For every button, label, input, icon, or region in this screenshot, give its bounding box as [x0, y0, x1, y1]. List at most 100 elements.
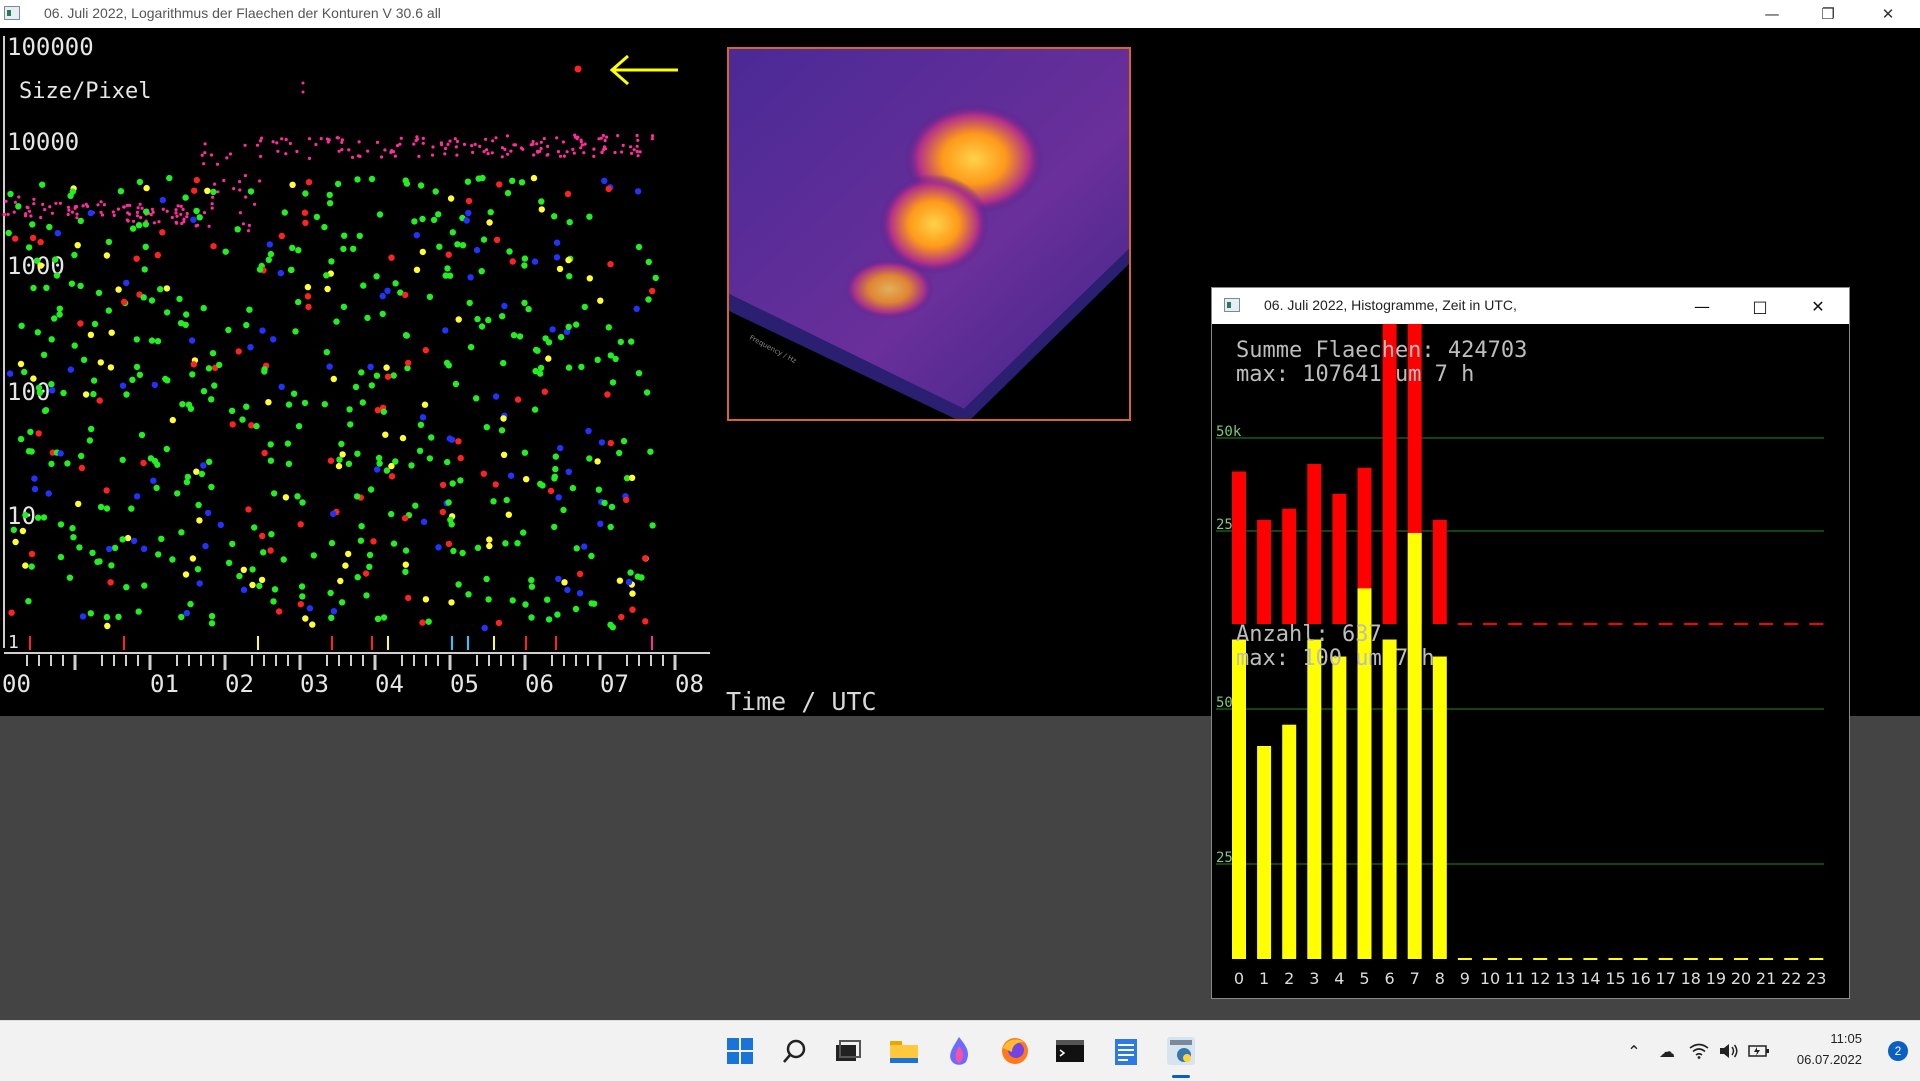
scatter-point: [40, 514, 48, 521]
scatter-point: [373, 466, 381, 473]
scatter-point: [123, 391, 130, 398]
hour-label: 4: [1334, 969, 1344, 988]
start-button[interactable]: [722, 1033, 758, 1069]
scatter-point: [17, 360, 25, 368]
scatter-point: [506, 248, 513, 255]
scatter-point: [564, 190, 572, 198]
scatter-point: [561, 579, 568, 586]
scatter-point: [52, 256, 59, 263]
scatter-point: [545, 153, 549, 157]
scatter-point: [203, 151, 207, 155]
scatter-point: [31, 485, 39, 493]
histogram-close-button[interactable]: ✕: [1789, 288, 1847, 324]
scatter-point: [284, 152, 288, 156]
scatter-point: [485, 148, 489, 152]
scatter-point: [380, 614, 388, 621]
file-explorer-icon[interactable]: [886, 1033, 922, 1069]
histogram-maximize-button[interactable]: □: [1731, 288, 1789, 324]
scatter-point: [319, 137, 323, 141]
x-tick-label: 01: [150, 670, 179, 698]
scatter-point: [69, 525, 76, 532]
scatter-point: [225, 156, 229, 160]
scatter-point: [142, 243, 149, 250]
scatter-point: [48, 205, 52, 209]
scatter-point: [484, 137, 488, 141]
notepad-icon[interactable]: [1108, 1033, 1144, 1069]
scatter-point: [329, 510, 337, 518]
chevron-up-icon[interactable]: ⌃: [1620, 1021, 1648, 1081]
scatter-point: [200, 153, 204, 157]
scatter-point: [645, 258, 652, 266]
scatter-point: [259, 154, 263, 158]
scatter-point: [204, 187, 211, 194]
scatter-point: [642, 618, 649, 625]
scatter-point: [87, 610, 95, 617]
scatter-point: [617, 338, 624, 346]
scatter-point: [210, 206, 214, 210]
scatter-point: [635, 370, 643, 377]
scatter-point: [189, 371, 196, 378]
scatter-point: [119, 456, 126, 464]
onedrive-cloud-icon[interactable]: ☁: [1652, 1021, 1682, 1081]
scatter-point: [305, 179, 313, 186]
scatter-point: [211, 382, 218, 389]
volume-icon[interactable]: [1714, 1021, 1744, 1081]
notification-badge[interactable]: 2: [1888, 1041, 1908, 1061]
scatter-point: [78, 452, 85, 460]
scatter-point: [582, 151, 586, 155]
scatter-point: [27, 209, 32, 213]
histogram-titlebar: 06. Juli 2022, Histogramme, Zeit in UTC,…: [1212, 288, 1849, 324]
histogram-minimize-button[interactable]: —: [1673, 288, 1731, 324]
scatter-point: [652, 274, 659, 282]
app-flame-icon[interactable]: [941, 1033, 977, 1069]
clock-time[interactable]: 11:05: [1830, 1031, 1862, 1046]
search-icon[interactable]: [777, 1033, 813, 1069]
terminal-icon[interactable]: [1052, 1033, 1088, 1069]
scatter-point: [243, 143, 247, 147]
scatter-point: [467, 343, 475, 351]
scatter-point: [270, 336, 277, 343]
scatter-point: [261, 368, 268, 375]
scatter-point: [290, 390, 298, 397]
scatter-point: [607, 439, 614, 447]
minimize-button[interactable]: —: [1752, 0, 1792, 28]
restore-button[interactable]: ❐: [1808, 0, 1848, 28]
scatter-point: [444, 458, 451, 466]
scatter-point: [573, 545, 580, 552]
scatter-point: [564, 586, 571, 594]
scatter-point: [353, 493, 361, 500]
scatter-point: [439, 481, 447, 489]
histogram-window[interactable]: 06. Juli 2022, Histogramme, Zeit in UTC,…: [1211, 287, 1850, 999]
scatter-point: [184, 473, 192, 481]
scatter-point: [150, 477, 157, 484]
scatter-point: [565, 364, 573, 371]
scatter-point: [592, 147, 596, 151]
wifi-icon[interactable]: [1684, 1021, 1714, 1081]
scatter-point: [135, 222, 143, 229]
scatter-point: [73, 206, 77, 210]
scatter-point: [357, 537, 365, 544]
close-button[interactable]: ✕: [1868, 0, 1908, 28]
scatter-point: [179, 401, 186, 408]
firefox-icon[interactable]: [997, 1033, 1033, 1069]
scatter-point: [108, 329, 115, 336]
scatter-point: [560, 506, 567, 514]
scatter-point: [605, 185, 612, 193]
scatter-point: [196, 214, 203, 221]
scatter-point: [289, 244, 296, 252]
scatter-point: [123, 279, 130, 287]
battery-icon[interactable]: [1744, 1021, 1774, 1081]
scatter-point: [140, 206, 144, 210]
scatter-point: [103, 505, 111, 512]
scatter-point: [383, 364, 390, 371]
task-view-icon[interactable]: [830, 1033, 866, 1069]
hour-label: 11: [1505, 969, 1525, 988]
scatter-point: [402, 568, 409, 575]
scatter-point: [557, 333, 565, 341]
clock-date[interactable]: 06.07.2022: [1797, 1052, 1862, 1067]
scatter-point: [373, 273, 380, 280]
python-app-icon[interactable]: [1163, 1033, 1199, 1069]
scatter-point: [643, 389, 651, 396]
scatter-point: [556, 150, 561, 154]
scatter-point: [384, 287, 391, 294]
